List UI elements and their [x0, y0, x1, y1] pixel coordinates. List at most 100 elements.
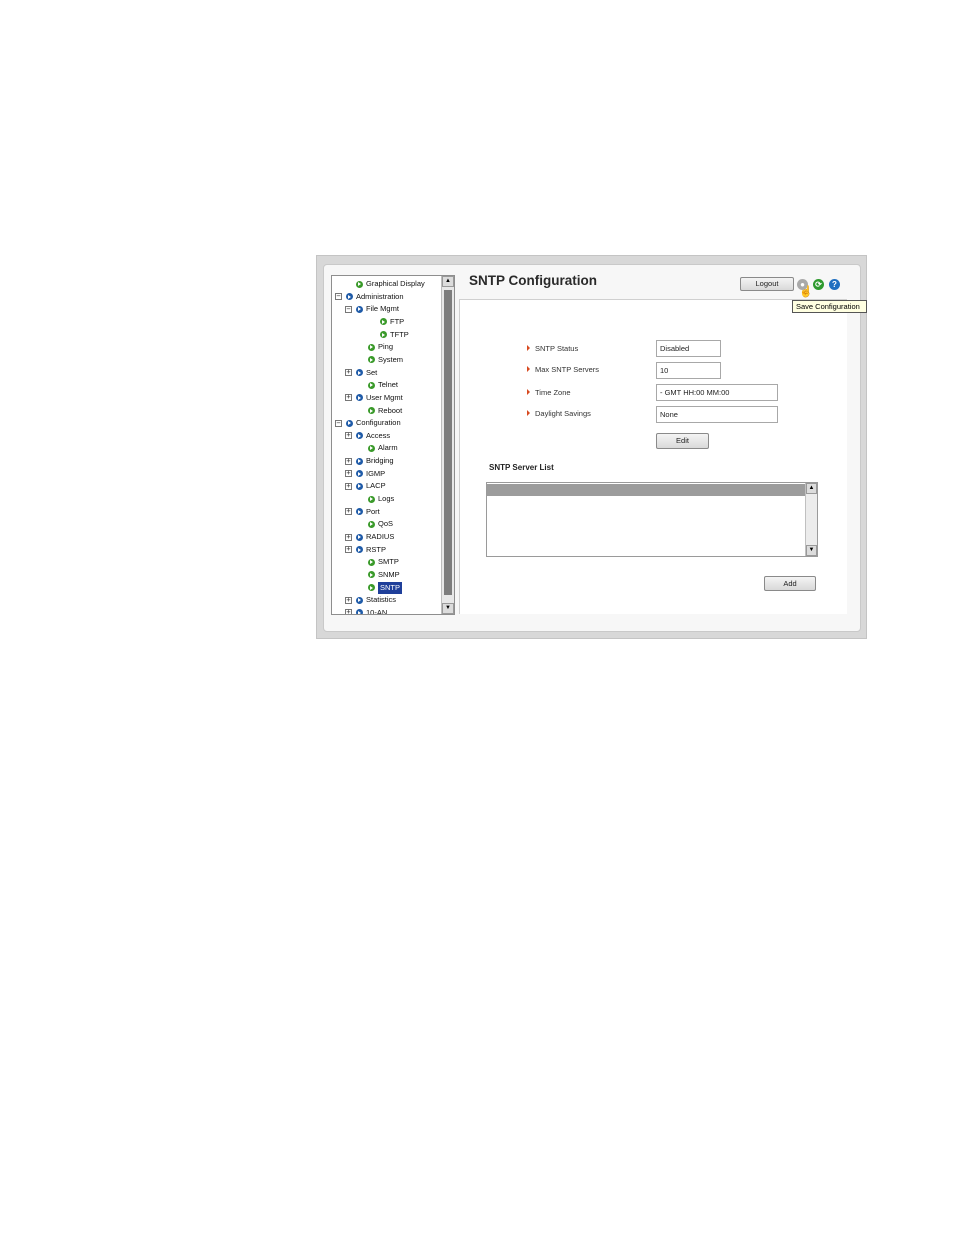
collapse-icon[interactable]: −: [335, 419, 342, 427]
nav-item-label: Access: [366, 430, 391, 440]
folder-bullet-icon: [346, 419, 353, 427]
nav-scrollbar[interactable]: ▲ ▼: [441, 276, 454, 614]
scroll-up-button[interactable]: ▲: [442, 276, 454, 287]
nav-item-label: Administration: [356, 291, 404, 301]
tooltip: Save Configuration: [792, 300, 867, 313]
expand-icon[interactable]: +: [345, 470, 352, 478]
folder-bullet-icon: [356, 508, 363, 516]
list-scroll-down-button[interactable]: ▼: [806, 545, 817, 556]
expand-icon[interactable]: +: [345, 432, 352, 440]
nav-item-system[interactable]: System: [368, 354, 403, 366]
page-bullet-icon: [368, 407, 375, 414]
edit-button[interactable]: Edit: [656, 433, 709, 449]
nav-item-alarm[interactable]: Alarm: [368, 442, 398, 454]
nav-item-label: IGMP: [366, 468, 386, 478]
nav-item-label: RSTP: [366, 544, 387, 554]
nav-item-configuration[interactable]: − Configuration: [335, 417, 401, 429]
logout-button[interactable]: Logout: [740, 277, 794, 291]
bullet-arrow-icon: [527, 410, 530, 416]
bullet-arrow-icon: [527, 366, 530, 372]
nav-item-logs[interactable]: Logs: [368, 493, 394, 505]
page-bullet-icon: [368, 356, 375, 364]
expand-icon[interactable]: +: [345, 508, 352, 516]
server-list-scrollbar[interactable]: ▲ ▼: [805, 483, 817, 556]
expand-icon[interactable]: +: [345, 609, 352, 614]
field-label-time-zone: Time Zone: [535, 388, 571, 397]
nav-item-label: Port: [366, 506, 380, 516]
nav-item-label: Graphical Display: [366, 279, 425, 288]
page-bullet-icon: [368, 381, 375, 389]
page-bullet-icon: [380, 331, 387, 339]
expand-icon[interactable]: +: [345, 546, 352, 554]
expand-icon[interactable]: +: [345, 369, 352, 377]
time-zone-field[interactable]: - GMT HH:00 MM:00: [656, 384, 778, 401]
page-bullet-icon: [368, 520, 375, 528]
expand-icon[interactable]: +: [345, 533, 352, 541]
nav-item-label: Ping: [378, 342, 394, 352]
nav-item-label: Statistics: [366, 595, 397, 605]
nav-item-bridging[interactable]: + Bridging: [345, 455, 394, 467]
folder-bullet-icon: [356, 369, 363, 377]
folder-bullet-icon: [356, 609, 363, 614]
nav-item-label: RADIUS: [366, 532, 395, 541]
expand-icon[interactable]: +: [345, 394, 352, 402]
page-bullet-icon: [368, 444, 375, 452]
nav-item-label: User Mgmt: [366, 392, 403, 402]
page-bullet-icon: [368, 584, 375, 592]
help-icon[interactable]: ?: [829, 279, 840, 290]
nav-item-label: SNTP: [378, 581, 403, 594]
nav-item-ping[interactable]: Ping: [368, 341, 393, 353]
nav-item-telnet[interactable]: Telnet: [368, 379, 398, 391]
bullet-arrow-icon: [527, 389, 530, 395]
page-bullet-icon: [368, 558, 375, 566]
collapse-icon[interactable]: −: [335, 293, 342, 301]
folder-bullet-icon: [356, 432, 363, 440]
nav-item-10-an[interactable]: +10-AN: [345, 607, 388, 615]
scroll-down-button[interactable]: ▼: [442, 603, 454, 614]
expand-icon[interactable]: +: [345, 482, 352, 490]
nav-item-smtp[interactable]: SMTP: [368, 556, 399, 568]
nav-item-label: Alarm: [378, 443, 398, 453]
nav-item-graphical-display[interactable]: Graphical Display: [356, 278, 425, 290]
nav-item-label: SMTP: [378, 557, 399, 567]
expand-icon[interactable]: +: [345, 457, 352, 465]
nav-item-file-mgmt[interactable]: − File Mgmt: [345, 303, 399, 315]
folder-bullet-icon: [356, 533, 363, 541]
nav-item-label: Bridging: [366, 456, 394, 466]
list-scroll-up-button[interactable]: ▲: [806, 483, 817, 494]
refresh-icon[interactable]: ⟳: [813, 279, 824, 290]
nav-item-sntp[interactable]: SNTP: [368, 581, 403, 594]
nav-tree: Graphical Display − Administration − File Mg…: [331, 275, 455, 615]
nav-item-lacp[interactable]: + LACP: [345, 480, 386, 492]
page-bullet-icon: [368, 343, 375, 351]
nav-item-statistics[interactable]: + Statistics: [345, 594, 396, 606]
nav-item-port[interactable]: + Port: [345, 506, 380, 518]
nav-item-igmp[interactable]: + IGMP: [345, 468, 385, 480]
server-list[interactable]: ▲ ▼: [486, 482, 818, 557]
sntp-status-field[interactable]: Disabled: [656, 340, 721, 357]
collapse-icon[interactable]: −: [345, 305, 352, 313]
add-button[interactable]: Add: [764, 576, 816, 591]
nav-item-snmp[interactable]: SNMP: [368, 569, 400, 581]
nav-item-qos[interactable]: QoS: [368, 518, 393, 530]
nav-item-tftp[interactable]: TFTP: [380, 329, 409, 341]
nav-item-ftp[interactable]: FTP: [380, 316, 404, 328]
nav-item-set[interactable]: + Set: [345, 367, 377, 379]
folder-bullet-icon: [356, 305, 363, 313]
page-bullet-icon: [356, 280, 363, 288]
folder-bullet-icon: [356, 457, 363, 465]
nav-item-label: TFTP: [390, 329, 409, 339]
daylight-savings-field[interactable]: None: [656, 406, 778, 423]
nav-item-rstp[interactable]: + RSTP: [345, 544, 386, 556]
nav-item-user-mgmt[interactable]: + User Mgmt: [345, 392, 403, 404]
nav-item-reboot[interactable]: Reboot: [368, 405, 402, 417]
scroll-thumb[interactable]: [444, 290, 452, 595]
nav-item-label: 10-AN: [366, 607, 388, 615]
nav-item-administration[interactable]: − Administration: [335, 291, 404, 303]
nav-item-label: Reboot: [378, 405, 403, 415]
nav-item-radius[interactable]: + RADIUS: [345, 531, 394, 543]
expand-icon[interactable]: +: [345, 596, 352, 604]
folder-bullet-icon: [356, 482, 363, 490]
nav-item-access[interactable]: + Access: [345, 430, 390, 442]
max-servers-field[interactable]: 10: [656, 362, 721, 379]
